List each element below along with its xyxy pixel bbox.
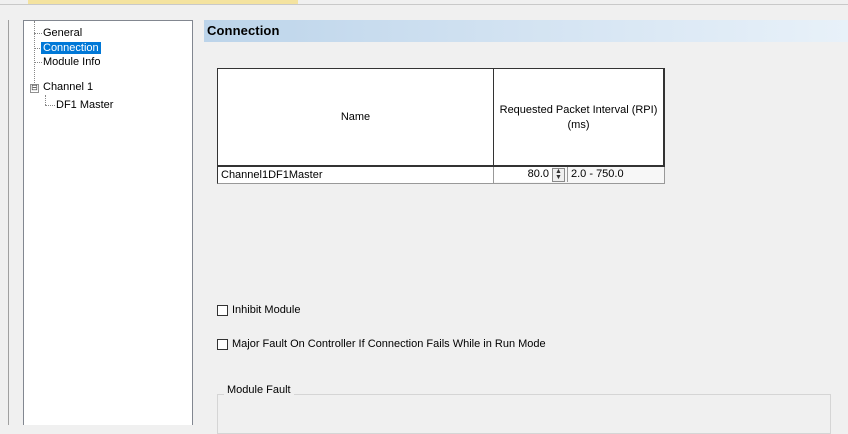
top-strip [0,0,848,5]
column-header-label: Name [340,111,371,123]
tree-item-label: Module Info [43,56,101,68]
tree-item-channel-1[interactable]: Channel 1 [41,80,95,94]
tree-item-module-info[interactable]: Module Info [41,55,102,69]
column-header-label: Requested Packet Interval (RPI) [499,103,658,116]
connection-panel: Connection Name Requested Packet Interva… [204,20,848,434]
tree-item-label: General [43,27,83,39]
column-header-name: Name [217,68,494,167]
spinner-arrows-icon[interactable]: ▲ ▼ [552,168,565,182]
inhibit-module-option[interactable]: Inhibit Module [217,302,301,318]
module-fault-group [217,394,831,434]
tree-item-df1-master[interactable]: DF1 Master [54,98,115,112]
tree-item-general[interactable]: General [41,26,84,40]
section-title: Connection [204,20,848,42]
tree-item-label: DF1 Master [56,99,114,111]
collapse-icon[interactable]: ⊟ [30,84,39,93]
column-header-rpi: Requested Packet Interval (RPI) (ms) [493,68,665,167]
inhibit-module-checkbox[interactable] [217,304,228,316]
tree-connector [45,95,46,105]
column-header-label: (ms) [567,118,590,131]
cell-connection-name: Channel1DF1Master [217,167,494,184]
rpi-input[interactable]: 80.0 [494,167,552,182]
category-tree: General Connection Module Info ⊟ Channel… [23,20,193,425]
major-fault-checkbox[interactable] [217,338,228,350]
checkbox-label: Major Fault On Controller If Connection … [232,338,546,350]
module-fault-title: Module Fault [224,384,294,396]
window-left-border [8,20,9,425]
table-header: Name Requested Packet Interval (RPI) (ms… [217,68,665,167]
cell-rpi: 80.0 ▲ ▼ 2.0 - 750.0 [493,167,665,184]
tree-item-connection[interactable]: Connection [41,41,101,55]
major-fault-option[interactable]: Major Fault On Controller If Connection … [217,336,546,352]
divider [0,4,848,5]
tree-item-label: Connection [41,42,101,54]
table-row: Channel1DF1Master 80.0 ▲ ▼ 2.0 - 750.0 [217,167,665,184]
checkbox-label: Inhibit Module [232,304,301,316]
rpi-range: 2.0 - 750.0 [567,167,624,182]
tree-item-label: Channel 1 [43,81,94,93]
